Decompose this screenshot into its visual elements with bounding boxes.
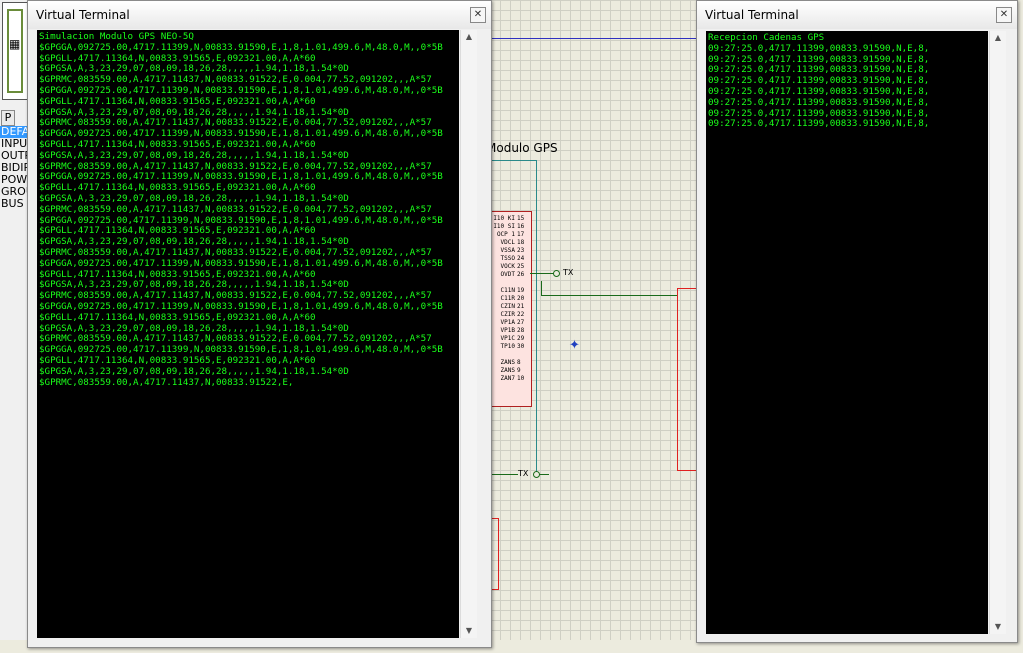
chip-pin-label — [491, 351, 515, 359]
scroll-down-arrow-icon[interactable]: ▼ — [461, 624, 477, 638]
rx-wire-end — [539, 474, 549, 475]
chip-pin-label: C11N — [500, 287, 515, 294]
terminal-line: 09:27:25.0,4717.11399,00833.91590,N,E,8, — [708, 118, 930, 130]
rx-wire — [490, 474, 518, 475]
mode-item-bidir[interactable]: BIDIR — [0, 162, 30, 174]
window-title: Virtual Terminal — [28, 1, 491, 29]
chip-pin-number: 19 — [517, 287, 525, 294]
chip-pin-label: ZANS — [500, 359, 515, 366]
chip-pin-number: 26 — [517, 271, 525, 278]
chip-pin-label: ZAN7 — [500, 375, 515, 382]
component-symbol-icon: ▦ — [9, 37, 21, 51]
chip-pin-label: VDCL — [500, 239, 515, 246]
chip-pin-label: OCP 1 — [496, 231, 515, 238]
chip-pin-label: I10 KI — [493, 215, 515, 222]
chip-pin-number: 24 — [517, 255, 525, 262]
chip-pin-label: VSSA — [500, 247, 515, 254]
terminal-line: $GPRMC,083559.00,A,4717.11437,N,00833.91… — [39, 203, 432, 215]
chip-pin-number: 21 — [517, 303, 525, 310]
tx-terminal-node[interactable] — [553, 270, 560, 277]
virtual-terminal-right-window[interactable]: Virtual Terminal ✕ Recepcion Cadenas GPS… — [696, 0, 1018, 643]
chip-pin-number: 20 — [517, 295, 525, 302]
sheet-border-line — [490, 38, 700, 39]
chip-pin-label: ZANS — [500, 367, 515, 374]
chip-pin-number: 30 — [517, 343, 525, 350]
chip-pin-label: CZIR — [500, 311, 515, 318]
scroll-up-arrow-icon[interactable]: ▲ — [990, 31, 1006, 45]
chip-pin-label: VP1A — [500, 319, 515, 326]
chip-pin-number: 16 — [517, 223, 525, 230]
left-tool-panel: ▦ P DEFAULTINPUTOUTPUTBIDIRPOWERGROUNDBU… — [0, 0, 30, 653]
pick-device-button[interactable]: P — [1, 110, 15, 126]
chip-pin-number: 18 — [517, 239, 525, 246]
chip-pin-number: 23 — [517, 247, 525, 254]
chip-pin-label: VOCK — [500, 263, 515, 270]
mode-item-power[interactable]: POWER — [0, 174, 30, 186]
chip-pin-label: VP1B — [500, 327, 515, 334]
terminal-mode-list: DEFAULTINPUTOUTPUTBIDIRPOWERGROUNDBUS — [0, 126, 30, 210]
terminal-line: 09:27:25.0,4717.11399,00833.91590,N,E,8, — [708, 42, 930, 54]
chip-pin-number: 9 — [517, 367, 521, 374]
terminal-line: $GPGGA,092725.00,4717.11399,N,00833.9159… — [39, 257, 443, 269]
crosshair-cursor-icon: ✦ — [569, 338, 580, 353]
terminal-line: $GPGSA,A,3,23,29,07,08,09,18,26,28,,,,,1… — [39, 365, 349, 377]
chip-pin-label: CZIN — [500, 303, 515, 310]
chip-pin-number: 17 — [517, 231, 525, 238]
virtual-terminal-left-window[interactable]: Virtual Terminal ✕ Simulacion Modulo GPS… — [27, 0, 492, 648]
chip-pin-number: 8 — [517, 359, 521, 366]
chip-pin-label: TP10 — [500, 343, 515, 350]
chip-pin-label: C11R — [500, 295, 515, 302]
overview-preview[interactable]: ▦ — [2, 2, 28, 100]
terminal-line: $GPGLL,4717.11364,N,00833.91565,E,092321… — [39, 95, 316, 107]
chip-pin-numbers: 15 16 17 18 23 24 25 26 19 20 21 22 27 28 29 30 8 9 10 — [517, 215, 531, 383]
mode-item-ground[interactable]: GROUND — [0, 186, 30, 198]
chip-pin-labels: I10 KI I10 SI OCP 1 VDCL VSSA TSSO VOCK OVDT C11… — [491, 215, 515, 383]
mode-item-output[interactable]: OUTPUT — [0, 150, 30, 162]
overview-frame — [7, 9, 23, 93]
schematic-canvas-edge — [1018, 0, 1023, 653]
chip-pin-number: 10 — [517, 375, 525, 382]
chip-pin-number: 25 — [517, 263, 525, 270]
chip-pin-number: 28 — [517, 327, 525, 334]
scroll-up-arrow-icon[interactable]: ▲ — [461, 30, 477, 44]
chip-pin-label: TSSO — [500, 255, 515, 262]
chip-pin-number: 22 — [517, 311, 525, 318]
wire-down — [541, 281, 542, 296]
close-icon[interactable]: ✕ — [996, 7, 1012, 23]
scrollbar-left[interactable]: ▲ ▼ — [460, 30, 477, 638]
terminal-line: $GPGGA,092725.00,4717.11399,N,00833.9159… — [39, 41, 443, 53]
terminal-screen-right[interactable]: Recepcion Cadenas GPS 09:27:25.0,4717.113… — [706, 31, 988, 634]
chip-pin-label: I10 SI — [493, 223, 515, 230]
gps-module-chip[interactable]: I10 KI I10 SI OCP 1 VDCL VSSA TSSO VOCK OVDT C11… — [490, 211, 532, 407]
mode-item-bus[interactable]: BUS — [0, 198, 30, 210]
chip-pin-number: 29 — [517, 335, 525, 342]
mode-item-default[interactable]: DEFAULT — [0, 126, 30, 138]
terminal-line: $GPGLL,4717.11364,N,00833.91565,E,092321… — [39, 311, 316, 323]
mode-item-input[interactable]: INPUT — [0, 138, 30, 150]
chip-pin-label — [491, 279, 515, 287]
tx-wire — [530, 273, 554, 274]
terminal-line: 09:27:25.0,4717.11399,00833.91590,N,E,8, — [708, 96, 930, 108]
wire-vertical — [536, 160, 537, 476]
chip-pin-number: 15 — [517, 215, 525, 222]
wire-top — [490, 160, 536, 161]
chip-pin-label: OVDT — [500, 271, 515, 278]
terminal-line: $GPGSA,A,3,23,29,07,08,09,18,26,28,,,,,1… — [39, 149, 349, 161]
close-icon[interactable]: ✕ — [470, 7, 486, 23]
gps-module-label: Modulo GPS — [486, 141, 558, 155]
chip-pin-number — [517, 279, 531, 287]
scrollbar-right[interactable]: ▲ ▼ — [989, 31, 1006, 634]
chip-pin-number — [517, 351, 531, 359]
wire-to-micro — [541, 295, 677, 296]
window-title: Virtual Terminal — [697, 1, 1017, 29]
terminal-line: $GPRMC,083559.00,A,4717.11437,N,00833.91… — [39, 376, 294, 388]
tx-terminal-label-2: TX — [518, 469, 529, 478]
tx-terminal-label: TX — [563, 268, 574, 277]
terminal-screen-left[interactable]: Simulacion Modulo GPS NEO-5Q $GPGGA,09272… — [37, 30, 459, 638]
chip-pin-label: VP1C — [500, 335, 515, 342]
scroll-down-arrow-icon[interactable]: ▼ — [990, 620, 1006, 634]
chip-pin-number: 27 — [517, 319, 525, 326]
